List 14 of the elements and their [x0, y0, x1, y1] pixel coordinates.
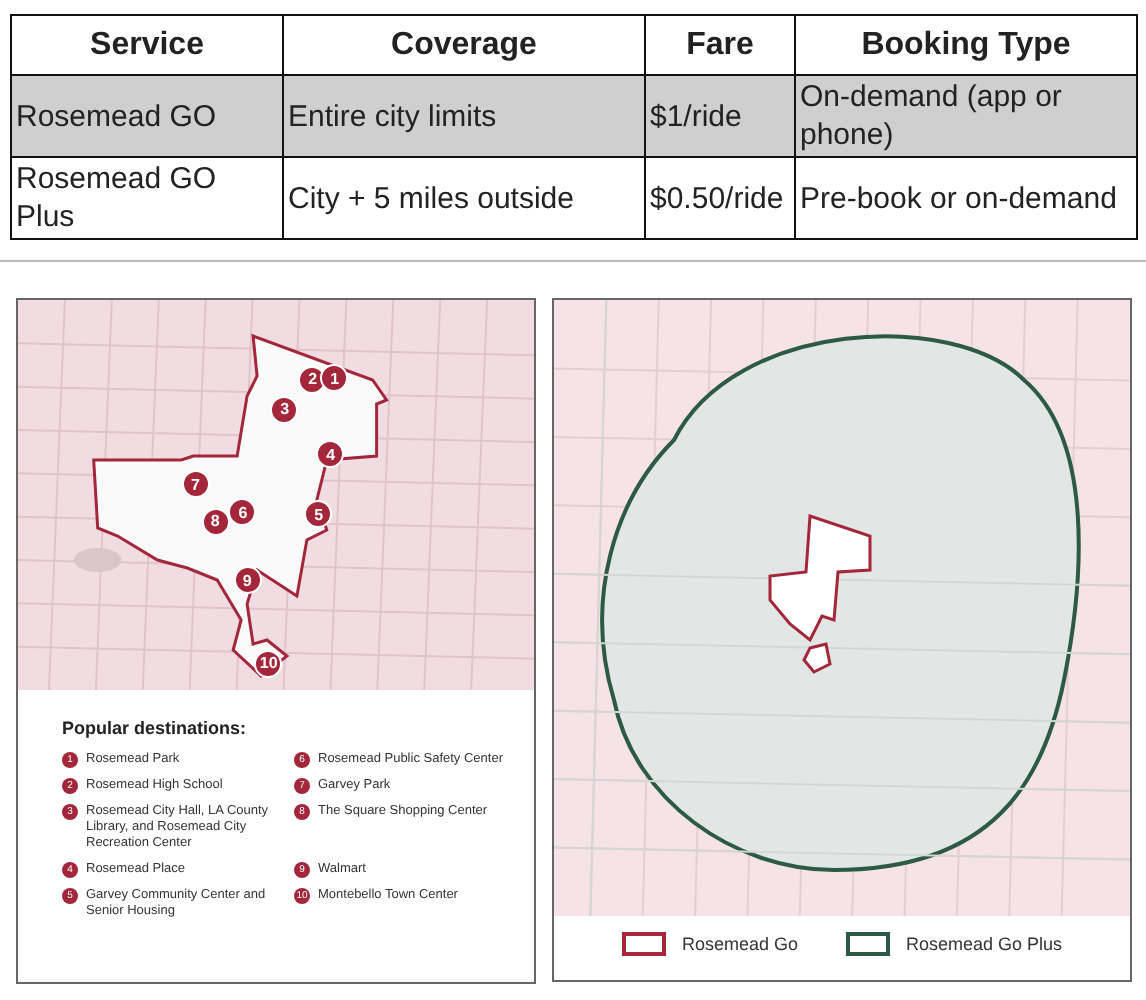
table-cell: $0.50/ride	[645, 157, 795, 239]
legend-title: Popular destinations:	[62, 718, 249, 738]
legend-label: Rosemead Go Plus	[905, 934, 1063, 954]
table-cell: Entire city limits	[283, 75, 645, 157]
table-cell: Rosemead GO	[11, 75, 283, 157]
column-header: Coverage	[283, 15, 645, 75]
table-cell: Rosemead GO Plus	[11, 157, 283, 239]
table-cell: $1/ride	[645, 75, 795, 157]
column-header: Service	[11, 15, 283, 75]
table-cell: Pre-book or on-demand	[795, 157, 1137, 239]
table-cell: City + 5 miles outside	[283, 157, 645, 239]
legend-label: Rosemead Go	[681, 934, 798, 954]
column-header: Booking Type	[795, 15, 1137, 75]
table-cell: On-demand (app or phone)	[795, 75, 1137, 157]
